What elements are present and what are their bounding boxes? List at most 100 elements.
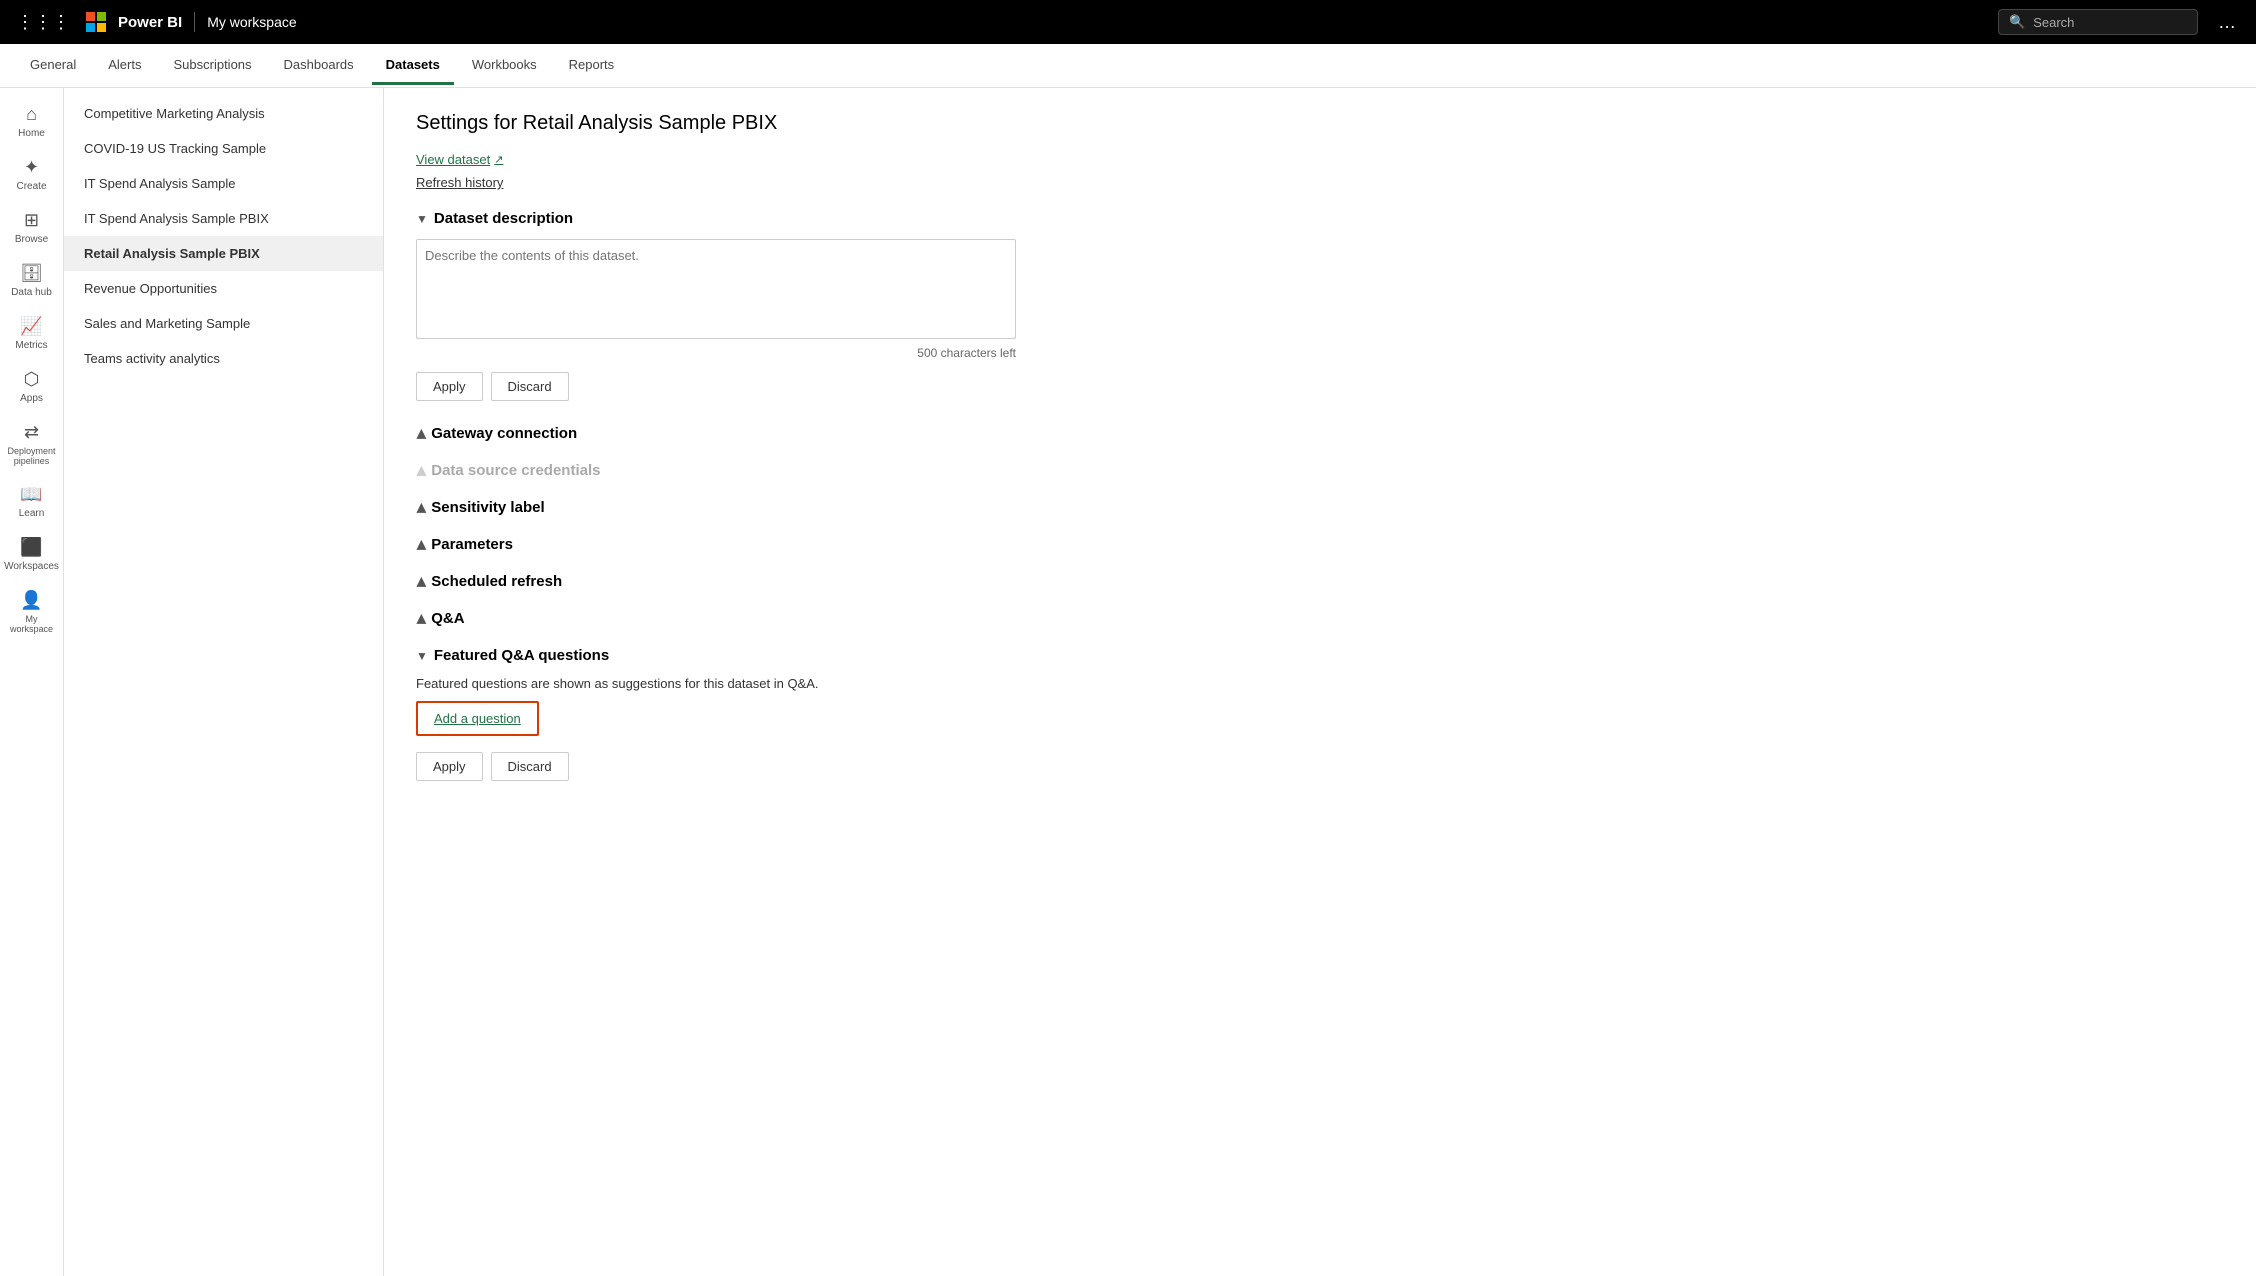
waffle-icon: ⋮⋮⋮ (16, 12, 70, 33)
qa-header[interactable]: ▶ Q&A (416, 610, 2224, 627)
external-link-icon: ↗ (494, 153, 503, 166)
add-question-btn[interactable]: Add a question (416, 701, 539, 736)
char-count: 500 characters left (416, 346, 1016, 360)
chevron-right-icon-refresh: ▶ (414, 577, 428, 586)
browse-icon: ⊞ (24, 210, 39, 231)
home-icon: ⌂ (26, 104, 37, 125)
learn-label: Learn (19, 508, 45, 519)
chevron-down-icon: ▼ (416, 212, 428, 226)
topbar-divider (194, 12, 195, 32)
search-icon: 🔍 (2009, 14, 2025, 30)
ms-logo-icon (86, 12, 106, 32)
tab-general[interactable]: General (16, 47, 90, 85)
scheduled-refresh-label: Scheduled refresh (431, 573, 562, 590)
sidebar-item-it-spend-pbix[interactable]: IT Spend Analysis Sample PBIX (64, 201, 383, 236)
featured-qa-apply-button[interactable]: Apply (416, 752, 483, 781)
description-apply-button[interactable]: Apply (416, 372, 483, 401)
description-textarea[interactable] (416, 239, 1016, 339)
waffle-menu[interactable]: ⋮⋮⋮ (12, 8, 74, 37)
tab-datasets[interactable]: Datasets (372, 47, 454, 85)
myworkspace-icon: 👤 (20, 590, 42, 611)
home-label: Home (18, 128, 45, 139)
topbar: ⋮⋮⋮ Power BI My workspace 🔍 Search … (0, 0, 2256, 44)
sidebar-item-learn[interactable]: 📖 Learn (0, 476, 63, 527)
tab-dashboards[interactable]: Dashboards (270, 47, 368, 85)
microsoft-logo (86, 12, 106, 32)
sidebar-item-apps[interactable]: ⬡ Apps (0, 361, 63, 412)
sidebar-item-revenue[interactable]: Revenue Opportunities (64, 271, 383, 306)
workspace-label[interactable]: My workspace (207, 14, 296, 30)
refresh-history-link[interactable]: Refresh history (416, 175, 2224, 190)
parameters-header[interactable]: ▶ Parameters (416, 536, 2224, 553)
chevron-right-icon-sensitivity: ▶ (414, 503, 428, 512)
chevron-right-icon: ▶ (414, 429, 428, 438)
view-dataset-label: View dataset (416, 152, 490, 167)
featured-qa-header[interactable]: ▼ Featured Q&A questions (416, 647, 2224, 664)
more-options-icon[interactable]: … (2210, 8, 2244, 37)
sidebar-item-sales[interactable]: Sales and Marketing Sample (64, 306, 383, 341)
learn-icon: 📖 (20, 484, 42, 505)
tab-reports[interactable]: Reports (555, 47, 629, 85)
featured-qa-body: Featured questions are shown as suggesti… (416, 676, 2224, 781)
sidebar-item-teams[interactable]: Teams activity analytics (64, 341, 383, 376)
sidebar-item-covid[interactable]: COVID-19 US Tracking Sample (64, 131, 383, 166)
apps-icon: ⬡ (24, 369, 40, 390)
datahub-label: Data hub (11, 287, 52, 298)
tab-subscriptions[interactable]: Subscriptions (159, 47, 265, 85)
dataset-sidebar: Competitive Marketing Analysis COVID-19 … (64, 88, 384, 1276)
sidebar-item-it-spend[interactable]: IT Spend Analysis Sample (64, 166, 383, 201)
featured-qa-description: Featured questions are shown as suggesti… (416, 676, 2224, 691)
search-bar[interactable]: 🔍 Search (1998, 9, 2198, 35)
chevron-right-icon-params: ▶ (414, 540, 428, 549)
scheduled-refresh-header[interactable]: ▶ Scheduled refresh (416, 573, 2224, 590)
datahub-icon: 🗄 (20, 263, 43, 284)
browse-label: Browse (15, 234, 48, 245)
deployment-label: Deployment pipelines (4, 446, 59, 466)
sidebar-item-create[interactable]: ✦ Create (0, 149, 63, 200)
sidebar-item-home[interactable]: ⌂ Home (0, 96, 63, 147)
featured-qa-label: Featured Q&A questions (434, 647, 609, 664)
sidebar-item-datahub[interactable]: 🗄 Data hub (0, 255, 63, 306)
sidebar-item-competitive[interactable]: Competitive Marketing Analysis (64, 96, 383, 131)
dataset-description-body: 500 characters left Apply Discard (416, 239, 2224, 401)
description-btn-row: Apply Discard (416, 372, 2224, 401)
myworkspace-label: My workspace (4, 614, 59, 634)
data-source-credentials-label: Data source credentials (431, 462, 600, 479)
apps-label: Apps (20, 393, 43, 404)
sidebar-item-metrics[interactable]: 📈 Metrics (0, 308, 63, 359)
parameters-label: Parameters (431, 536, 513, 553)
main-layout: ⌂ Home ✦ Create ⊞ Browse 🗄 Data hub 📈 Me… (0, 88, 2256, 1276)
metrics-label: Metrics (15, 340, 47, 351)
chevron-right-icon-qa: ▶ (414, 614, 428, 623)
gateway-connection-header[interactable]: ▶ Gateway connection (416, 425, 2224, 442)
chevron-right-icon-disabled: ▶ (414, 466, 428, 475)
page-title: Settings for Retail Analysis Sample PBIX (416, 112, 2224, 135)
featured-qa-btn-row: Apply Discard (416, 752, 2224, 781)
sidebar-item-retail[interactable]: Retail Analysis Sample PBIX (64, 236, 383, 271)
settings-content: Settings for Retail Analysis Sample PBIX… (384, 88, 2256, 1276)
description-discard-button[interactable]: Discard (491, 372, 569, 401)
sidebar-item-deployment[interactable]: ⇄ Deployment pipelines (0, 414, 63, 474)
sensitivity-label-header[interactable]: ▶ Sensitivity label (416, 499, 2224, 516)
data-source-credentials-header[interactable]: ▶ Data source credentials (416, 462, 2224, 479)
create-icon: ✦ (24, 157, 39, 178)
sidebar-item-browse[interactable]: ⊞ Browse (0, 202, 63, 253)
tab-alerts[interactable]: Alerts (94, 47, 155, 85)
left-nav: ⌂ Home ✦ Create ⊞ Browse 🗄 Data hub 📈 Me… (0, 88, 64, 1276)
sensitivity-label-label: Sensitivity label (431, 499, 544, 516)
view-dataset-link[interactable]: View dataset ↗ (416, 152, 503, 167)
app-name: Power BI (118, 14, 182, 31)
sidebar-item-workspaces[interactable]: ⬛ Workspaces (0, 529, 63, 580)
tab-workbooks[interactable]: Workbooks (458, 47, 551, 85)
featured-qa-discard-button[interactable]: Discard (491, 752, 569, 781)
metrics-icon: 📈 (20, 316, 42, 337)
create-label: Create (16, 181, 46, 192)
gateway-connection-label: Gateway connection (431, 425, 577, 442)
subnav-tabs: General Alerts Subscriptions Dashboards … (0, 44, 2256, 88)
sidebar-item-myworkspace[interactable]: 👤 My workspace (0, 582, 63, 642)
search-label: Search (2033, 15, 2074, 30)
dataset-description-header[interactable]: ▼ Dataset description (416, 210, 2224, 227)
dataset-description-label: Dataset description (434, 210, 573, 227)
deployment-icon: ⇄ (24, 422, 39, 443)
qa-label: Q&A (431, 610, 464, 627)
